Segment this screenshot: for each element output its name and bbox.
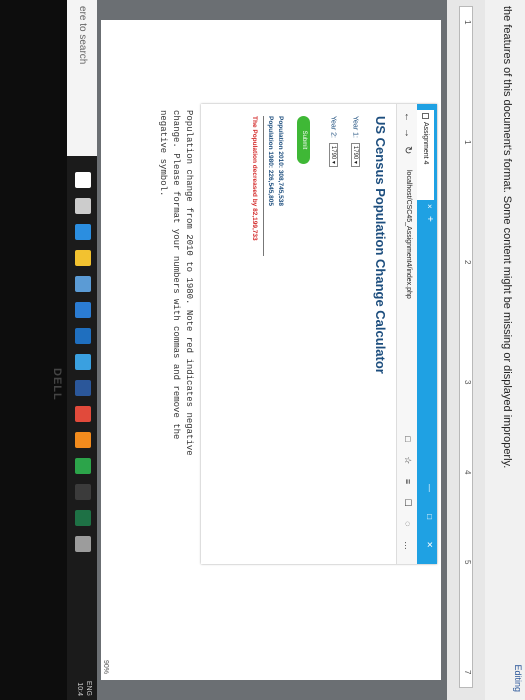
zoom-level[interactable]: 90%: [102, 660, 109, 674]
population-1980: Population 1980: 226,545,805: [267, 116, 274, 206]
firefox-icon[interactable]: [75, 432, 91, 448]
year2-label: Year 2:: [329, 116, 337, 138]
ruler[interactable]: 1 1 2 3 4 5 7: [446, 0, 485, 700]
submit-button: Submit: [297, 116, 310, 164]
instruction-line: negative symbol.: [158, 110, 168, 197]
search-placeholder: ere to search: [77, 6, 88, 65]
instruction-line: Population change from 2010 to 1980. Not…: [184, 110, 194, 456]
windows-icon[interactable]: [75, 354, 91, 370]
rotated-screen: Editing the features of this document's …: [0, 0, 525, 700]
cortana-icon[interactable]: [75, 172, 91, 188]
instructions-text[interactable]: Population change from 2010 to 1980. Not…: [156, 110, 195, 670]
edge-icon[interactable]: [75, 224, 91, 240]
browser-screenshot: Assignment 4 × + — □ ✕ ← → ↻ localhost/C…: [201, 104, 437, 564]
year2-row: Year 2: 1790 ▾: [329, 116, 338, 167]
editing-status: Editing: [513, 664, 523, 692]
browser-tabbar: Assignment 4 × + — □ ✕: [417, 104, 437, 564]
instruction-line: change. Please format your numbers with …: [171, 110, 181, 440]
system-tray[interactable]: ENG 10:4: [75, 681, 93, 696]
document-page[interactable]: Assignment 4 × + — □ ✕ ← → ↻ localhost/C…: [101, 20, 441, 680]
file-explorer-icon[interactable]: [75, 250, 91, 266]
year2-select: 1790 ▾: [329, 142, 338, 167]
excel-icon[interactable]: [75, 510, 91, 526]
explorer-icon[interactable]: [75, 536, 91, 552]
ruler-tick: 2: [463, 260, 472, 265]
browser-toolbar-icons: □ ☆ ≡ ☐ ◌ …: [403, 436, 413, 556]
page-title: US Census Population Change Calculator: [373, 116, 388, 374]
ruler-tick: 1: [463, 140, 472, 145]
photos-icon[interactable]: [75, 328, 91, 344]
year1-row: Year 1: 1790 ▾: [351, 116, 360, 167]
separator: [263, 116, 264, 256]
ruler-tick: 7: [463, 670, 472, 675]
page-icon: [422, 113, 429, 119]
url-text: localhost/CSC45_Assignment4/index.php: [405, 170, 412, 299]
forward-icon: →: [402, 128, 413, 138]
population-2010: Population 2010: 308,745,538: [277, 116, 284, 206]
tab-title: Assignment 4: [422, 122, 429, 165]
browser-tab: Assignment 4: [417, 110, 434, 200]
ruler-tick: 5: [463, 560, 472, 565]
app2-icon[interactable]: [75, 484, 91, 500]
chrome-icon[interactable]: [75, 406, 91, 422]
taskbar-search[interactable]: ere to search: [67, 0, 97, 156]
document-area[interactable]: Assignment 4 × + — □ ✕ ← → ↻ localhost/C…: [97, 0, 447, 700]
address-bar: ← → ↻ localhost/CSC45_Assignment4/index.…: [396, 104, 417, 564]
refresh-icon: ↻: [402, 146, 413, 155]
back-icon: ←: [402, 112, 413, 122]
ruler-strip[interactable]: [459, 6, 473, 688]
browser-content: US Census Population Change Calculator Y…: [201, 104, 396, 564]
store-icon[interactable]: [75, 276, 91, 292]
new-tab-icon: +: [424, 216, 435, 222]
task-view-icon[interactable]: [75, 198, 91, 214]
monitor-bezel: DELL: [0, 0, 67, 700]
window-controls: — □ ✕: [425, 484, 434, 558]
ruler-tick: 3: [463, 380, 472, 385]
year1-label: Year 1:: [351, 116, 359, 138]
taskbar: ere to search ENG 10:4: [67, 0, 97, 700]
word-icon[interactable]: [75, 380, 91, 396]
app-icon[interactable]: [75, 458, 91, 474]
ruler-tick: 1: [463, 20, 472, 25]
close-tab-icon: ×: [425, 204, 434, 209]
dell-logo: DELL: [51, 368, 63, 401]
protected-view-bar: Editing the features of this document's …: [484, 0, 525, 700]
mail-icon[interactable]: [75, 302, 91, 318]
ruler-tick: 4: [463, 470, 472, 475]
format-warning: the features of this document's format. …: [501, 6, 513, 469]
year1-select: 1790 ▾: [351, 142, 360, 167]
result-message: The Population decreased by 82,199,733: [251, 116, 258, 241]
